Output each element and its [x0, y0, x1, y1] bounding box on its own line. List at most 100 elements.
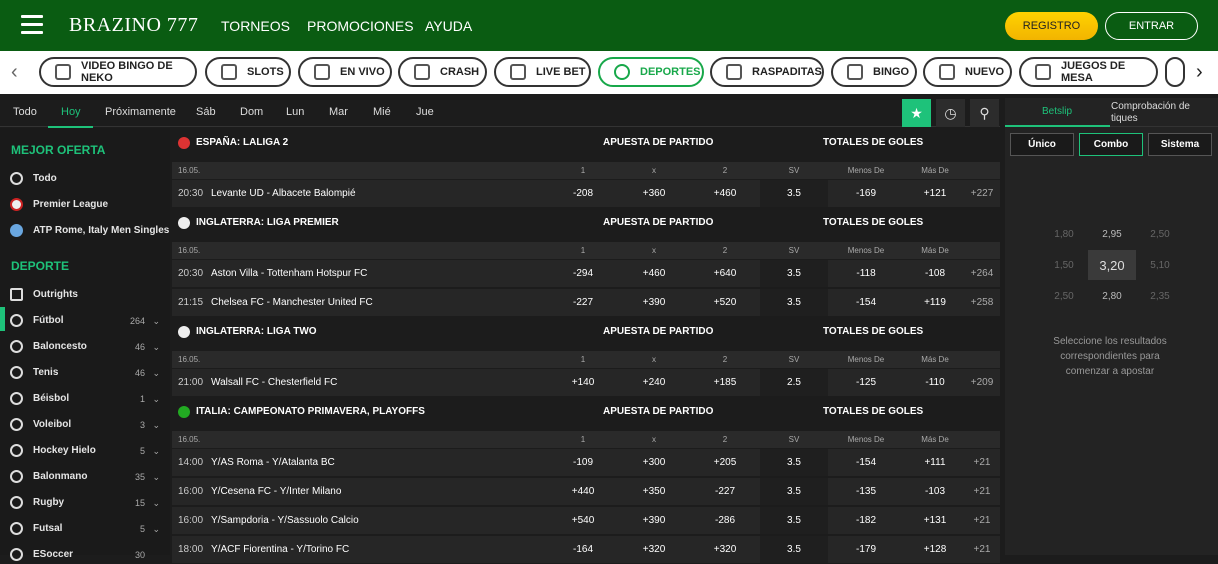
match-teams[interactable]: Y/AS Roma - Y/Atalanta BC [211, 457, 335, 468]
match-row[interactable]: 18:00 Y/ACF Fiorentina - Y/Torino FC 3.5 -1… [172, 536, 1000, 564]
match-row[interactable]: 21:15 Chelsea FC - Manchester United FC 3.… [172, 289, 1000, 317]
odds-button[interactable]: +460 [629, 268, 679, 279]
chevron-right-icon[interactable]: › [1196, 61, 1203, 84]
category-deportes[interactable]: DEPORTES [598, 57, 704, 87]
more-markets-button[interactable]: +264 [967, 268, 997, 279]
odds-button[interactable]: +119 [910, 297, 960, 308]
odds-button[interactable]: +440 [558, 486, 608, 497]
tab-ticket-check[interactable]: Comprobación de tiques [1111, 101, 1211, 125]
odds-button[interactable]: -109 [558, 457, 608, 468]
odds-button[interactable]: -227 [558, 297, 608, 308]
category-en-vivo[interactable]: EN VIVO [298, 57, 392, 87]
tab-sab[interactable]: Sáb [196, 106, 216, 118]
league-header[interactable]: ITALIA: CAMPEONATO PRIMAVERA, PLAYOFFS AP… [172, 397, 1000, 427]
tab-todo[interactable]: Todo [13, 106, 37, 118]
chevron-down-icon[interactable]: ⌄ [152, 342, 160, 353]
odds-button[interactable]: -164 [558, 544, 608, 555]
odds-button[interactable]: +140 [558, 377, 608, 388]
odds-button[interactable]: -179 [841, 544, 891, 555]
sidebar-item-outrights[interactable]: Outrights [10, 288, 160, 301]
odds-button[interactable]: -135 [841, 486, 891, 497]
category-video-bingo[interactable]: VIDEO BINGO DE NEKO [39, 57, 197, 87]
chevron-down-icon[interactable]: ⌄ [152, 446, 160, 457]
category-more[interactable] [1165, 57, 1185, 87]
brand-logo[interactable]: BRAZINO 777 [69, 14, 198, 37]
chevron-down-icon[interactable]: ⌄ [152, 524, 160, 535]
match-teams[interactable]: Aston Villa - Tottenham Hotspur FC [211, 268, 367, 279]
match-row[interactable]: 16:00 Y/Cesena FC - Y/Inter Milano 3.5 +440… [172, 478, 1000, 506]
tab-mar[interactable]: Mar [329, 106, 348, 118]
more-markets-button[interactable]: +258 [967, 297, 997, 308]
mode-sistema-button[interactable]: Sistema [1148, 133, 1212, 156]
category-nuevo[interactable]: NUEVO [923, 57, 1012, 87]
sidebar-item-voleibol[interactable]: Voleibol [10, 418, 71, 431]
sidebar-item-premier-league[interactable]: Premier League [10, 198, 108, 211]
odds-button[interactable]: +111 [910, 457, 960, 468]
tab-lun[interactable]: Lun [286, 106, 304, 118]
odds-button[interactable]: -108 [910, 268, 960, 279]
login-button[interactable]: ENTRAR [1105, 12, 1198, 40]
chevron-down-icon[interactable]: ⌄ [152, 472, 160, 483]
more-markets-button[interactable]: +21 [967, 457, 997, 468]
chevron-down-icon[interactable]: ⌄ [152, 316, 160, 327]
category-crash[interactable]: CRASH [398, 57, 487, 87]
odds-button[interactable]: +350 [629, 486, 679, 497]
hamburger-menu-icon[interactable] [21, 15, 43, 34]
tab-hoy[interactable]: Hoy [61, 106, 81, 118]
clock-icon[interactable]: ◷ [936, 99, 965, 127]
category-raspaditas[interactable]: RASPADITAS [710, 57, 824, 87]
category-bingo[interactable]: BINGO [831, 57, 917, 87]
match-row[interactable]: 21:00 Walsall FC - Chesterfield FC 2.5 +140… [172, 369, 1000, 397]
more-markets-button[interactable]: +209 [967, 377, 997, 388]
odds-button[interactable]: +320 [700, 544, 750, 555]
nav-promociones[interactable]: PROMOCIONES [307, 18, 414, 34]
odds-button[interactable]: +390 [629, 515, 679, 526]
odds-button[interactable]: -227 [700, 486, 750, 497]
more-markets-button[interactable]: +21 [967, 486, 997, 497]
match-row[interactable]: 16:00 Y/Sampdoria - Y/Sassuolo Calcio 3.5 +… [172, 507, 1000, 535]
chevron-down-icon[interactable]: ⌄ [152, 394, 160, 405]
odds-button[interactable]: +185 [700, 377, 750, 388]
odds-button[interactable]: -110 [910, 377, 960, 388]
sidebar-item-rugby[interactable]: Rugby [10, 496, 64, 509]
tab-proximamente[interactable]: Próximamente [105, 106, 176, 118]
league-header[interactable]: INGLATERRA: LIGA PREMIER APUESTA DE PARTI… [172, 208, 1000, 238]
chevron-down-icon[interactable]: ⌄ [152, 420, 160, 431]
more-markets-button[interactable]: +21 [967, 544, 997, 555]
odds-button[interactable]: +128 [910, 544, 960, 555]
odds-button[interactable]: -208 [558, 188, 608, 199]
sidebar-item-beisbol[interactable]: Béisbol [10, 392, 69, 405]
odds-button[interactable]: +390 [629, 297, 679, 308]
match-row[interactable]: 14:00 Y/AS Roma - Y/Atalanta BC 3.5 -109 +30… [172, 449, 1000, 477]
odds-button[interactable]: +205 [700, 457, 750, 468]
tab-jue[interactable]: Jue [416, 106, 434, 118]
odds-button[interactable]: +460 [700, 188, 750, 199]
sidebar-item-balonmano[interactable]: Balonmano [10, 470, 87, 483]
category-live-bet[interactable]: LIVE BET [494, 57, 591, 87]
odds-button[interactable]: +540 [558, 515, 608, 526]
chevron-down-icon[interactable]: ⌄ [152, 368, 160, 379]
league-header[interactable]: INGLATERRA: LIGA TWO APUESTA DE PARTIDO TO… [172, 317, 1000, 347]
odds-button[interactable]: +300 [629, 457, 679, 468]
sidebar-item-todo[interactable]: Todo [10, 172, 57, 185]
mode-unico-button[interactable]: Único [1010, 133, 1074, 156]
mode-combo-button[interactable]: Combo [1079, 133, 1143, 156]
odds-button[interactable]: +320 [629, 544, 679, 555]
match-teams[interactable]: Y/ACF Fiorentina - Y/Torino FC [211, 544, 349, 555]
odds-button[interactable]: -182 [841, 515, 891, 526]
odds-button[interactable]: +131 [910, 515, 960, 526]
odds-button[interactable]: +520 [700, 297, 750, 308]
odds-button[interactable]: +121 [910, 188, 960, 199]
more-markets-button[interactable]: +21 [967, 515, 997, 526]
match-teams[interactable]: Levante UD - Albacete Balompié [211, 188, 356, 199]
tab-mie[interactable]: Mié [373, 106, 391, 118]
category-slots[interactable]: SLOTS [205, 57, 291, 87]
odds-button[interactable]: +240 [629, 377, 679, 388]
tab-betslip[interactable]: Betslip [1042, 106, 1072, 117]
search-icon[interactable]: ⚲ [970, 99, 999, 127]
match-teams[interactable]: Chelsea FC - Manchester United FC [211, 297, 373, 308]
odds-button[interactable]: -118 [841, 268, 891, 279]
match-teams[interactable]: Y/Sampdoria - Y/Sassuolo Calcio [211, 515, 359, 526]
league-header[interactable]: ESPAÑA: LALIGA 2 APUESTA DE PARTIDO TOTALE… [172, 128, 1000, 158]
register-button[interactable]: REGISTRO [1005, 12, 1098, 40]
